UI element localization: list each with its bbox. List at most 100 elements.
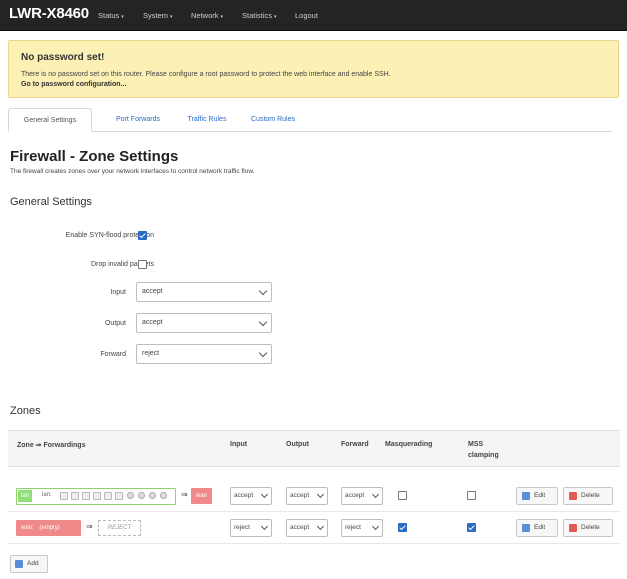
mss-clamping-checkbox[interactable]	[467, 523, 476, 532]
zone-forward-select[interactable]: reject	[341, 519, 383, 537]
delete-icon	[569, 524, 577, 532]
masquerading-checkbox[interactable]	[398, 491, 407, 500]
zone-output-value: accept	[290, 492, 310, 499]
add-icon	[15, 560, 23, 568]
wireless-icon	[149, 492, 156, 499]
forward-arrow-icon: ⇒	[181, 490, 188, 499]
col-input: Input	[230, 441, 248, 448]
zone-wan-badge[interactable]: wan: (empty)	[16, 520, 81, 536]
drop-invalid-checkbox[interactable]	[138, 260, 147, 269]
wireless-icon	[160, 492, 167, 499]
syn-flood-checkbox[interactable]	[138, 231, 147, 240]
output-policy-value: accept	[142, 319, 163, 326]
input-label: Input	[110, 289, 126, 296]
add-zone-button[interactable]: Add	[10, 555, 48, 573]
ethernet-port-icon	[71, 492, 79, 500]
nav-system-menu[interactable]: System ▾	[143, 11, 173, 20]
zone-lan-badge[interactable]: lan lan:	[16, 488, 176, 505]
alert-text: There is no password set on this router.…	[21, 71, 391, 78]
edit-button[interactable]: Edit	[516, 487, 558, 505]
tab-port-forwards[interactable]: Port Forwards	[100, 108, 176, 132]
chevron-down-icon	[371, 522, 380, 531]
general-settings-heading: General Settings	[10, 196, 92, 208]
forward-target-wan: wan	[191, 488, 213, 504]
forward-policy-select[interactable]: reject	[136, 344, 272, 364]
col-forward: Forward	[341, 441, 369, 448]
password-config-link[interactable]: Go to password configuration...	[21, 81, 126, 88]
page-description: The firewall creates zones over your net…	[10, 168, 255, 175]
top-navbar: LWR-X8460 Status ▾ System ▾ Network ▾ Stati…	[0, 0, 627, 31]
zone-output-value: accept	[290, 524, 310, 531]
forward-target-reject: REJECT	[98, 520, 141, 536]
chevron-down-icon	[316, 522, 325, 531]
table-row: lan lan: ⇒ wan accept accept accept Edit…	[8, 480, 620, 512]
edit-button[interactable]: Edit	[516, 519, 558, 537]
firewall-tabs: General Settings Port Forwards Traffic R…	[8, 108, 612, 132]
chevron-down-icon: ▾	[170, 14, 173, 20]
chevron-down-icon	[260, 490, 269, 499]
ethernet-port-icon	[93, 492, 101, 500]
ethernet-port-icon	[60, 492, 68, 500]
alert-title: No password set!	[21, 52, 105, 63]
zone-output-select[interactable]: accept	[286, 487, 328, 505]
page-title: Firewall - Zone Settings	[10, 148, 179, 165]
chevron-down-icon	[258, 317, 268, 327]
delete-icon	[569, 492, 577, 500]
nav-status-menu[interactable]: Status ▾	[98, 11, 124, 20]
col-masquerading: Masquerading	[385, 441, 433, 448]
chevron-down-icon	[258, 348, 268, 358]
drop-invalid-label: Drop invalid packets	[90, 261, 154, 268]
tab-custom-rules[interactable]: Custom Rules	[238, 108, 308, 132]
zone-input-select[interactable]: accept	[230, 487, 272, 505]
chevron-down-icon	[316, 490, 325, 499]
wireless-icon	[127, 492, 134, 499]
nav-network-menu[interactable]: Network ▾	[191, 11, 223, 20]
delete-button[interactable]: Delete	[563, 487, 613, 505]
zone-wan-interface: (empty)	[39, 525, 60, 531]
col-mss-clamping: clamping	[468, 452, 499, 459]
ethernet-port-icon	[104, 492, 112, 500]
no-password-alert: No password set! There is no password se…	[8, 40, 619, 98]
edit-icon	[522, 524, 530, 532]
ethernet-port-icon	[82, 492, 90, 500]
zone-input-select[interactable]: reject	[230, 519, 272, 537]
input-policy-select[interactable]: accept	[136, 282, 272, 302]
zones-table-header: Zone ⇒ Forwardings Input Output Forward …	[8, 430, 620, 467]
col-output: Output	[286, 441, 309, 448]
zones-heading: Zones	[10, 405, 41, 417]
wireless-icon	[138, 492, 145, 499]
chevron-down-icon	[371, 490, 380, 499]
nav-logout[interactable]: Logout	[295, 11, 318, 20]
ethernet-port-icon	[115, 492, 123, 500]
forward-arrow-icon: ⇒	[86, 522, 93, 531]
col-zone-forwardings: Zone ⇒ Forwardings	[17, 442, 86, 449]
tab-traffic-rules[interactable]: Traffic Rules	[174, 108, 240, 132]
zone-input-value: reject	[234, 524, 250, 531]
zone-forward-value: reject	[345, 524, 361, 531]
input-policy-value: accept	[142, 288, 163, 295]
col-mss: MSS	[468, 441, 484, 448]
output-label: Output	[104, 320, 126, 327]
masquerading-checkbox[interactable]	[398, 523, 407, 532]
chevron-down-icon	[260, 522, 269, 531]
delete-button[interactable]: Delete	[563, 519, 613, 537]
mss-clamping-checkbox[interactable]	[467, 491, 476, 500]
zone-forward-select[interactable]: accept	[341, 487, 383, 505]
brand-title[interactable]: LWR-X8460	[9, 5, 89, 22]
zone-forward-value: accept	[345, 492, 365, 499]
zone-wan-name: wan:	[21, 525, 34, 531]
forward-policy-value: reject	[142, 350, 160, 357]
zone-input-value: accept	[234, 492, 254, 499]
output-policy-select[interactable]: accept	[136, 313, 272, 333]
chevron-down-icon	[258, 286, 268, 296]
zone-output-select[interactable]: accept	[286, 519, 328, 537]
edit-icon	[522, 492, 530, 500]
chevron-down-icon: ▾	[121, 14, 124, 20]
tab-general-settings[interactable]: General Settings	[8, 108, 92, 132]
forward-label: Forward	[100, 351, 126, 358]
zone-lan-name: lan	[18, 490, 33, 502]
zone-lan-interface: lan:	[42, 492, 52, 498]
chevron-down-icon: ▾	[274, 14, 277, 20]
nav-statistics-menu[interactable]: Statistics ▾	[242, 11, 277, 20]
table-row: wan: (empty) ⇒ REJECT reject accept reje…	[8, 512, 620, 544]
